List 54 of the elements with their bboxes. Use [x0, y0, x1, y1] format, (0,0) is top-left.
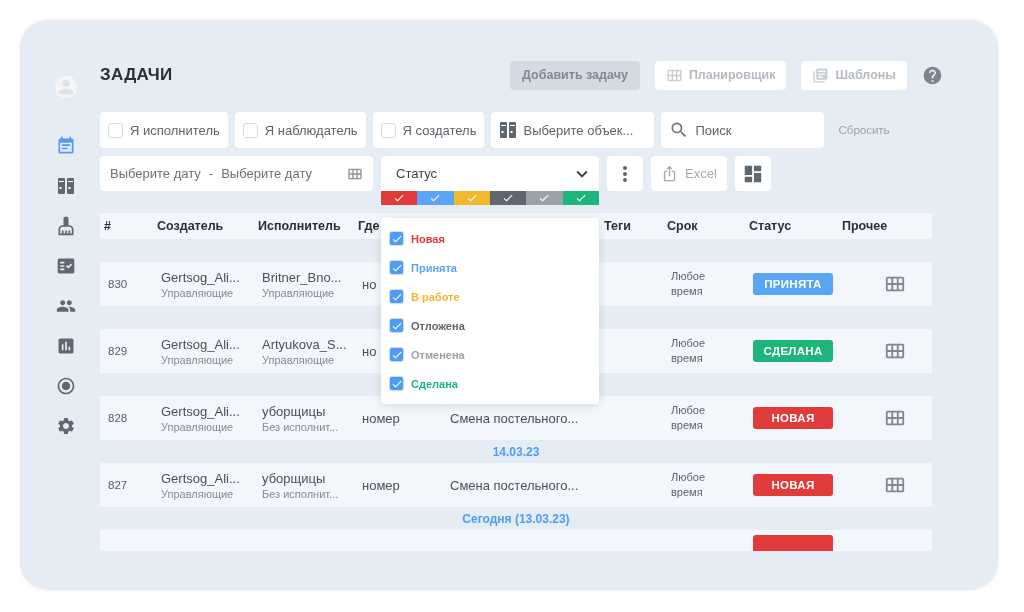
- column-header: Где: [357, 219, 380, 233]
- place-text: номер: [362, 410, 400, 426]
- select-placeholder: Выберите объек...: [523, 122, 634, 138]
- checkbox-label: Я создатель: [402, 122, 477, 138]
- executor-name: Artyukova_S...: [262, 336, 347, 352]
- creator-name: Gertsog_Ali...: [161, 403, 240, 419]
- creator-group: Управляющие: [161, 487, 234, 500]
- column-header: Создатель: [156, 219, 224, 233]
- deadline-text: Любое время: [671, 403, 706, 433]
- date-separator: -: [208, 166, 214, 181]
- executor-group: Без исполнит...: [262, 487, 339, 500]
- executor-name: Britner_Bno...: [262, 269, 342, 285]
- executor-group: Управляющие: [262, 353, 335, 366]
- date-separator: 14.03.23: [492, 444, 540, 459]
- deadline-text: Любое время: [671, 269, 706, 299]
- column-header: Исполнитель: [257, 219, 341, 233]
- date-to-placeholder: Выберите дату: [221, 166, 312, 181]
- place-text: но: [362, 343, 377, 359]
- select-label: Статус: [396, 166, 438, 181]
- place-text: но: [362, 276, 377, 292]
- deadline-text: Любое время: [671, 470, 706, 500]
- executor-group: Без исполнит...: [262, 420, 339, 433]
- task-number: 830: [108, 278, 128, 290]
- task-title: Смена постельного...: [450, 477, 579, 493]
- deadline-text: Любое время: [671, 336, 706, 366]
- status-badge: СДЕЛАНА: [753, 340, 833, 362]
- column-header: Теги: [603, 219, 631, 233]
- creator-name: Gertsog_Ali...: [161, 336, 240, 352]
- search-placeholder: Поиск: [695, 122, 732, 138]
- task-number: 827: [108, 479, 128, 491]
- checkbox-label: Я наблюдатель: [264, 122, 358, 138]
- task-title: Смена постельного...: [450, 410, 579, 426]
- status-badge: НОВАЯ: [753, 407, 833, 429]
- column-header: Срок: [666, 219, 698, 233]
- creator-group: Управляющие: [161, 286, 234, 299]
- checkbox-label: Я исполнитель: [130, 122, 220, 138]
- date-separator: Сегодня (13.03.23): [462, 511, 570, 526]
- executor-group: Управляющие: [262, 286, 335, 299]
- column-header: #: [103, 219, 111, 233]
- place-text: номер: [362, 477, 400, 493]
- date-from-placeholder: Выберите дату: [110, 166, 201, 181]
- creator-name: Gertsog_Ali...: [161, 269, 240, 285]
- column-header: Прочее: [841, 219, 888, 233]
- creator-group: Управляющие: [161, 353, 234, 366]
- task-number: 829: [108, 345, 128, 357]
- status-badge: ПРИНЯТА: [753, 273, 833, 295]
- page-title: ЗАДАЧИ: [100, 65, 174, 85]
- status-badge: НОВАЯ: [753, 474, 833, 496]
- task-number: 828: [108, 412, 128, 424]
- column-header: Статус: [748, 219, 792, 233]
- executor-name: уборщицы: [262, 470, 326, 486]
- executor-name: уборщицы: [262, 403, 326, 419]
- creator-group: Управляющие: [161, 420, 234, 433]
- creator-name: Gertsog_Ali...: [161, 470, 240, 486]
